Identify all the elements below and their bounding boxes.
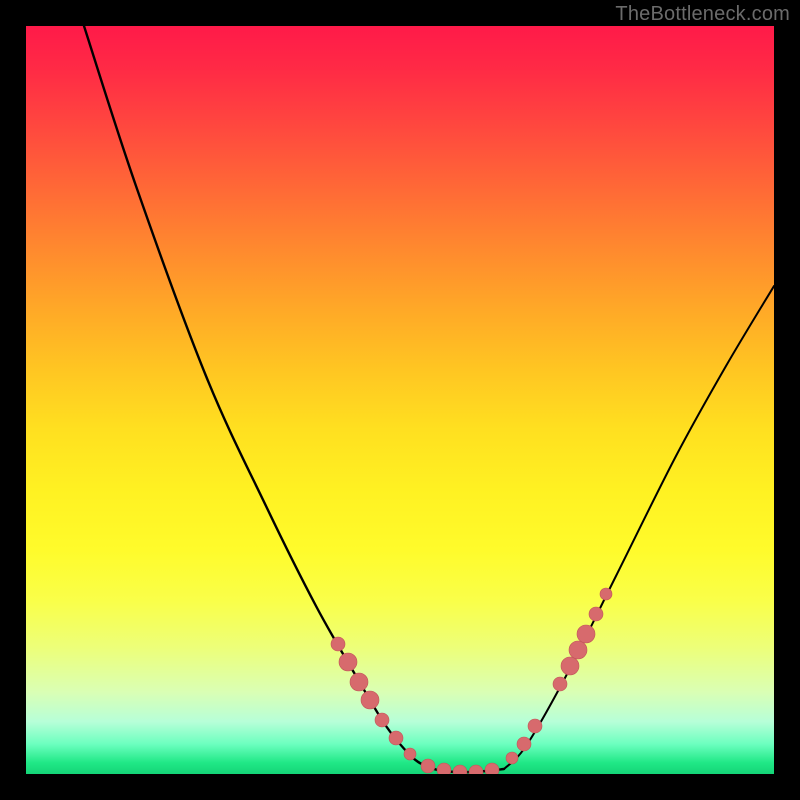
plot-area (26, 26, 774, 774)
data-marker (350, 673, 368, 691)
data-marker (506, 752, 518, 764)
data-marker (553, 677, 567, 691)
data-marker (577, 625, 595, 643)
data-marker (339, 653, 357, 671)
data-marker (485, 763, 499, 774)
watermark-text: TheBottleneck.com (615, 3, 790, 26)
chart-frame: TheBottleneck.com (0, 0, 800, 800)
left-branch-curve (84, 26, 441, 771)
data-marker (528, 719, 542, 733)
data-marker (569, 641, 587, 659)
data-marker (361, 691, 379, 709)
data-marker (389, 731, 403, 745)
data-marker (404, 748, 416, 760)
data-marker (561, 657, 579, 675)
right-branch-curve (504, 286, 774, 769)
data-marker (331, 637, 345, 651)
data-marker (469, 765, 483, 774)
data-marker (437, 763, 451, 774)
data-marker (375, 713, 389, 727)
data-marker (421, 759, 435, 773)
data-marker (589, 607, 603, 621)
curve-layer (26, 26, 774, 774)
data-marker (517, 737, 531, 751)
data-marker (600, 588, 612, 600)
data-marker (453, 765, 467, 774)
marker-group (331, 588, 612, 774)
